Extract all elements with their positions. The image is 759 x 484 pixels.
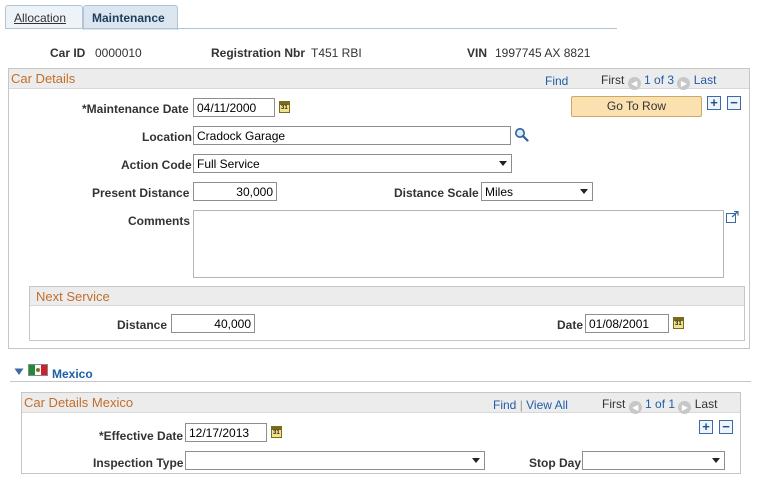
chevron-down-icon	[472, 458, 480, 463]
car-id-value: 0000010	[95, 46, 142, 60]
lookup-icon[interactable]	[514, 127, 529, 142]
next-service-title: Next Service	[36, 289, 110, 304]
vin-value: 1997745 AX 8821	[495, 46, 591, 60]
first-label: First	[601, 73, 625, 87]
mexico-first-label: First	[602, 397, 626, 411]
maintenance-date-field[interactable]: 04/11/2000	[193, 98, 275, 117]
mexico-add-row-button[interactable]: +	[699, 420, 713, 434]
expand-textarea-icon[interactable]	[726, 211, 739, 223]
chevron-down-icon	[499, 161, 507, 166]
next-row-icon[interactable]: ▶	[678, 401, 692, 414]
mexico-view-all-link[interactable]: View All	[526, 398, 568, 412]
car-id-label: Car ID	[50, 46, 86, 60]
present-distance-field[interactable]: 30,000	[193, 182, 277, 201]
mexico-section-link[interactable]: Mexico	[52, 367, 93, 381]
next-service-header	[30, 287, 744, 306]
tab-divider	[5, 28, 617, 29]
mexico-flag-icon	[28, 364, 48, 376]
car-details-mexico-title: Car Details Mexico	[24, 395, 134, 410]
distance-scale-label: Distance Scale	[394, 186, 479, 200]
registration-label: Registration Nbr	[211, 46, 306, 60]
car-details-nav: Find	[545, 74, 568, 88]
next-date-label: Date	[557, 318, 584, 332]
comments-label: Comments	[128, 214, 191, 228]
go-to-row-button[interactable]: Go To Row	[571, 96, 702, 117]
last-link[interactable]: Last	[694, 73, 717, 87]
comments-textarea[interactable]	[193, 210, 724, 278]
inspection-type-select[interactable]	[185, 451, 485, 470]
collapse-triangle-icon[interactable]	[14, 368, 24, 376]
effective-date-field[interactable]: 12/17/2013	[185, 423, 267, 442]
tab-maintenance[interactable]: Maintenance	[83, 5, 178, 30]
next-distance-field[interactable]: 40,000	[171, 314, 255, 333]
next-date-field[interactable]: 01/08/2001	[585, 314, 669, 333]
inspection-type-label: Inspection Type	[93, 456, 184, 470]
effective-date-label: *Effective Date	[99, 429, 184, 443]
registration-value: T451 RBI	[311, 46, 362, 60]
mexico-last-label: Last	[694, 397, 718, 411]
mexico-row-position: 1 of 1	[645, 397, 676, 411]
calendar-icon[interactable]	[673, 317, 684, 329]
previous-row-icon[interactable]: ◀	[628, 401, 642, 414]
tab-allocation-label: Allocation	[14, 11, 67, 25]
stop-day-select[interactable]	[582, 451, 725, 470]
tab-allocation[interactable]: Allocation	[5, 5, 83, 29]
distance-scale-select[interactable]: Miles	[481, 182, 593, 201]
tab-maintenance-label: Maintenance	[92, 11, 165, 25]
previous-row-icon[interactable]: ◀	[627, 77, 641, 90]
mexico-nav: Find | View All	[493, 398, 568, 412]
stop-day-label: Stop Day	[529, 456, 582, 470]
action-code-value: Full Service	[197, 157, 260, 171]
mexico-delete-row-button[interactable]: −	[719, 420, 733, 434]
next-row-icon[interactable]: ▶	[677, 77, 691, 90]
calendar-icon[interactable]	[271, 426, 282, 438]
mexico-paging: First ◀ 1 of 1 ▶ Last	[602, 397, 717, 414]
next-distance-label: Distance	[117, 318, 168, 332]
distance-scale-value: Miles	[485, 185, 514, 199]
chevron-down-icon	[580, 189, 588, 194]
maintenance-date-label: *Maintenance Date	[82, 102, 189, 116]
add-row-button[interactable]: +	[707, 96, 721, 110]
location-label: Location	[142, 130, 192, 144]
present-distance-label: Present Distance	[92, 186, 190, 200]
car-details-paging: First ◀ 1 of 3 ▶ Last	[601, 73, 716, 90]
action-code-label: Action Code	[121, 158, 192, 172]
calendar-icon[interactable]	[279, 101, 290, 113]
car-details-title: Car Details	[11, 71, 76, 86]
action-code-select[interactable]: Full Service	[193, 154, 512, 173]
mexico-separator	[10, 381, 751, 382]
chevron-down-icon	[712, 458, 720, 463]
mexico-find-link[interactable]: Find	[493, 398, 516, 412]
vin-label: VIN	[467, 46, 488, 60]
find-link[interactable]: Find	[545, 74, 568, 88]
location-field[interactable]: Cradock Garage	[193, 126, 511, 145]
delete-row-button[interactable]: −	[727, 96, 741, 110]
row-position: 1 of 3	[644, 73, 675, 87]
